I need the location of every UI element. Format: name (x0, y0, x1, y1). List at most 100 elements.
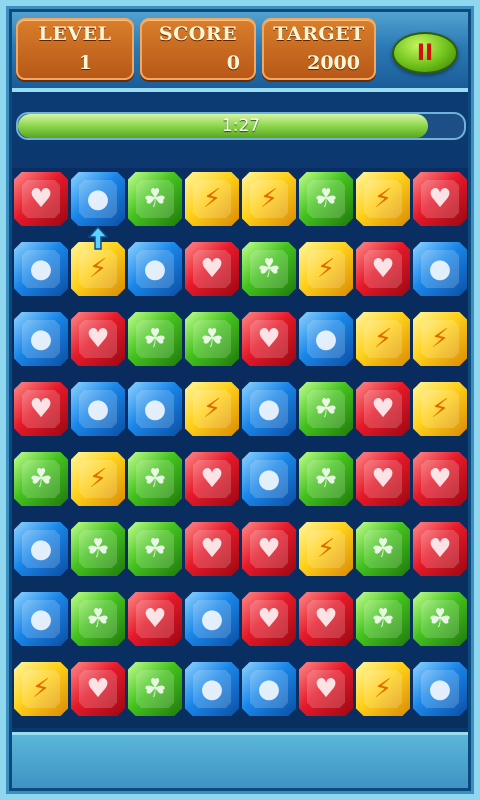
yellow-gem[interactable]: ⚡ (71, 242, 125, 296)
green-gem[interactable]: ☘ (128, 522, 182, 576)
red-gem[interactable]: ♥ (356, 382, 410, 436)
green-gem[interactable]: ☘ (71, 522, 125, 576)
water-drop-icon: ● (143, 254, 167, 284)
lightning-icon: ⚡ (373, 324, 393, 354)
red-gem[interactable]: ♥ (299, 592, 353, 646)
green-gem[interactable]: ☘ (299, 452, 353, 506)
green-gem[interactable]: ☘ (128, 172, 182, 226)
blue-gem[interactable]: ● (242, 452, 296, 506)
blue-gem[interactable]: ● (413, 242, 467, 296)
water-drop-icon: ● (257, 674, 281, 704)
green-gem[interactable]: ☘ (128, 662, 182, 716)
yellow-gem[interactable]: ⚡ (299, 242, 353, 296)
yellow-gem[interactable]: ⚡ (299, 522, 353, 576)
lightning-icon: ⚡ (259, 184, 279, 214)
pause-button[interactable]: II (392, 32, 458, 74)
blue-gem[interactable]: ● (14, 312, 68, 366)
green-gem[interactable]: ☘ (128, 452, 182, 506)
blue-gem[interactable]: ● (128, 382, 182, 436)
red-gem[interactable]: ♥ (14, 172, 68, 226)
leaf-icon: ☘ (29, 464, 53, 494)
red-gem[interactable]: ♥ (14, 382, 68, 436)
yellow-gem[interactable]: ⚡ (356, 662, 410, 716)
blue-gem[interactable]: ● (185, 592, 239, 646)
yellow-gem[interactable]: ⚡ (413, 312, 467, 366)
green-gem[interactable]: ☘ (356, 522, 410, 576)
red-gem[interactable]: ♥ (413, 452, 467, 506)
yellow-gem[interactable]: ⚡ (71, 452, 125, 506)
water-drop-icon: ● (29, 534, 53, 564)
water-drop-icon: ● (257, 464, 281, 494)
red-gem[interactable]: ♥ (185, 522, 239, 576)
heart-icon: ♥ (29, 184, 53, 214)
leaf-icon: ☘ (314, 464, 338, 494)
leaf-icon: ☘ (143, 184, 167, 214)
green-gem[interactable]: ☘ (14, 452, 68, 506)
blue-gem[interactable]: ● (71, 172, 125, 226)
red-gem[interactable]: ♥ (413, 172, 467, 226)
green-gem[interactable]: ☘ (356, 592, 410, 646)
water-drop-icon: ● (86, 184, 110, 214)
heart-icon: ♥ (200, 464, 224, 494)
yellow-gem[interactable]: ⚡ (356, 312, 410, 366)
green-gem[interactable]: ☘ (71, 592, 125, 646)
leaf-icon: ☘ (371, 534, 395, 564)
leaf-icon: ☘ (314, 394, 338, 424)
water-drop-icon: ● (200, 604, 224, 634)
red-gem[interactable]: ♥ (413, 522, 467, 576)
target-panel: TARGET 2000 (262, 18, 376, 80)
red-gem[interactable]: ♥ (242, 592, 296, 646)
green-gem[interactable]: ☘ (299, 172, 353, 226)
level-panel: LEVEL 1 (16, 18, 134, 80)
red-gem[interactable]: ♥ (71, 312, 125, 366)
red-gem[interactable]: ♥ (242, 312, 296, 366)
green-gem[interactable]: ☘ (413, 592, 467, 646)
blue-gem[interactable]: ● (14, 592, 68, 646)
lightning-icon: ⚡ (430, 324, 450, 354)
heart-icon: ♥ (200, 534, 224, 564)
yellow-gem[interactable]: ⚡ (185, 172, 239, 226)
blue-gem[interactable]: ● (128, 242, 182, 296)
heart-icon: ♥ (257, 604, 281, 634)
yellow-gem[interactable]: ⚡ (242, 172, 296, 226)
heart-icon: ♥ (314, 604, 338, 634)
yellow-gem[interactable]: ⚡ (356, 172, 410, 226)
red-gem[interactable]: ♥ (128, 592, 182, 646)
blue-gem[interactable]: ● (242, 662, 296, 716)
blue-gem[interactable]: ● (242, 382, 296, 436)
blue-gem[interactable]: ● (299, 312, 353, 366)
red-gem[interactable]: ♥ (356, 242, 410, 296)
timer-text: 1:27 (221, 116, 261, 136)
green-gem[interactable]: ☘ (299, 382, 353, 436)
blue-gem[interactable]: ● (14, 522, 68, 576)
water-drop-icon: ● (29, 604, 53, 634)
leaf-icon: ☘ (200, 324, 224, 354)
heart-icon: ♥ (143, 604, 167, 634)
water-drop-icon: ● (143, 394, 167, 424)
yellow-gem[interactable]: ⚡ (14, 662, 68, 716)
blue-gem[interactable]: ● (71, 382, 125, 436)
red-gem[interactable]: ♥ (185, 452, 239, 506)
blue-gem[interactable]: ● (413, 662, 467, 716)
green-gem[interactable]: ☘ (185, 312, 239, 366)
red-gem[interactable]: ♥ (299, 662, 353, 716)
red-gem[interactable]: ♥ (71, 662, 125, 716)
lightning-icon: ⚡ (373, 184, 393, 214)
blue-gem[interactable]: ● (14, 242, 68, 296)
heart-icon: ♥ (371, 394, 395, 424)
yellow-gem[interactable]: ⚡ (185, 382, 239, 436)
yellow-gem[interactable]: ⚡ (413, 382, 467, 436)
pause-icon: II (416, 40, 434, 66)
green-gem[interactable]: ☘ (128, 312, 182, 366)
green-gem[interactable]: ☘ (242, 242, 296, 296)
heart-icon: ♥ (29, 394, 53, 424)
heart-icon: ♥ (200, 254, 224, 284)
lightning-icon: ⚡ (373, 674, 393, 704)
red-gem[interactable]: ♥ (242, 522, 296, 576)
timer-bar: 1:27 (16, 112, 466, 140)
red-gem[interactable]: ♥ (356, 452, 410, 506)
red-gem[interactable]: ♥ (185, 242, 239, 296)
score-panel: SCORE 0 (140, 18, 256, 80)
blue-gem[interactable]: ● (185, 662, 239, 716)
leaf-icon: ☘ (143, 674, 167, 704)
